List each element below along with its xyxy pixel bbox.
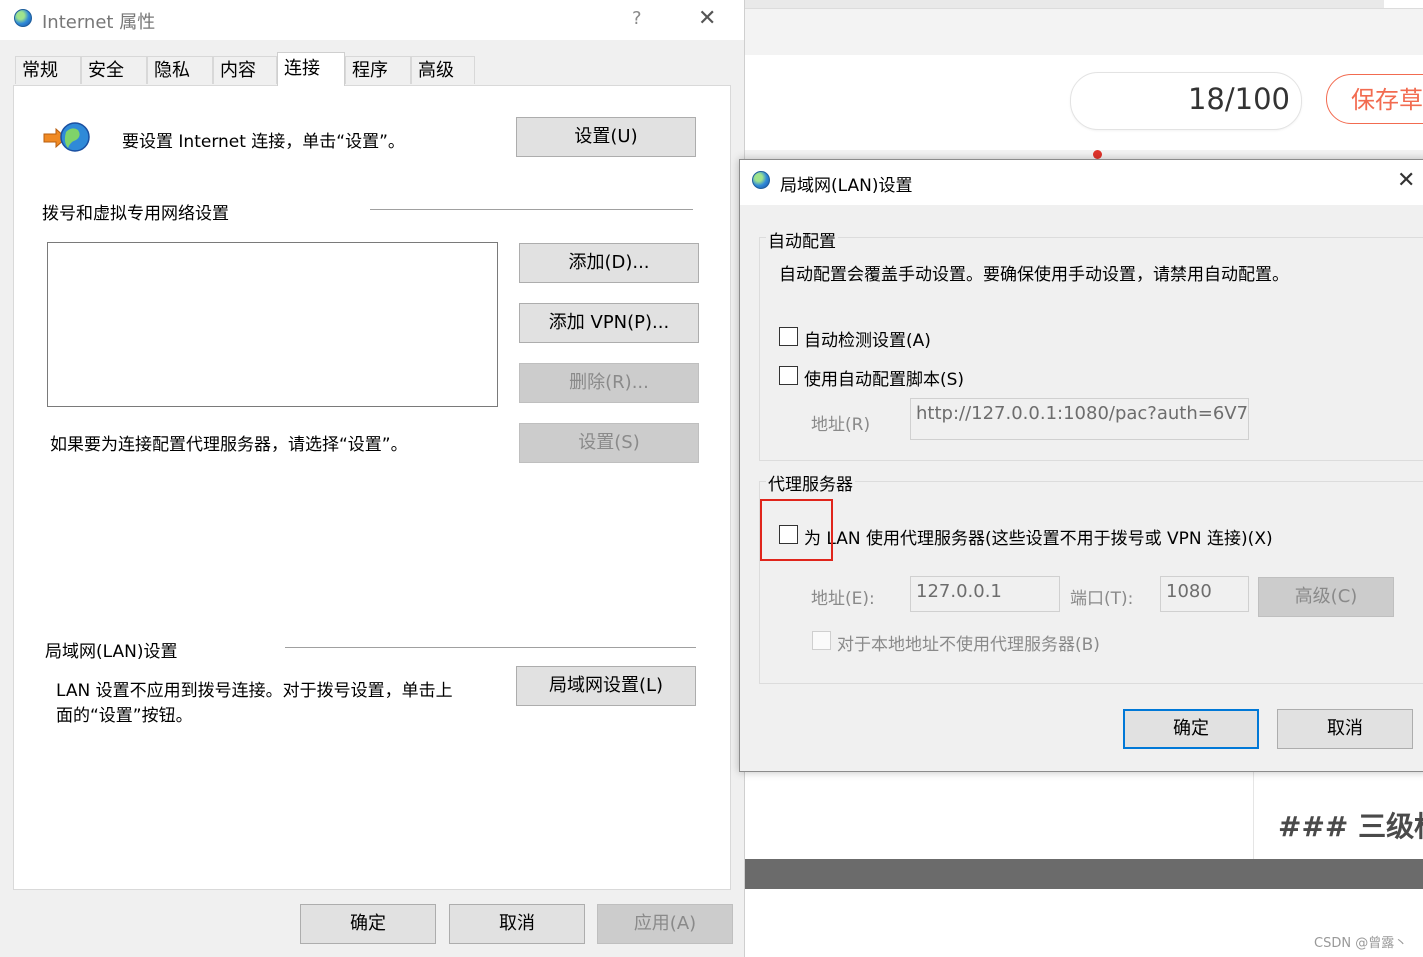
dialup-section-title: 拨号和虚拟专用网络设置	[42, 204, 229, 224]
lan-description-line2: 面的“设置”按钮。	[56, 706, 193, 726]
tab-programs[interactable]: 程序	[345, 56, 411, 84]
auto-detect-label[interactable]: 自动检测设置(A)	[804, 326, 931, 351]
editor-divider	[1253, 771, 1254, 859]
proxy-address-label: 地址(E):	[811, 589, 875, 609]
heading-preview: ### 三级标	[1278, 810, 1423, 843]
auto-config-description: 自动配置会覆盖手动设置。要确保使用手动设置，请禁用自动配置。	[779, 265, 1289, 285]
script-address-label: 地址(R)	[811, 415, 871, 435]
script-address-input: http://127.0.0.1:1080/pac?auth=6V7g	[910, 398, 1249, 440]
use-script-label[interactable]: 使用自动配置脚本(S)	[804, 365, 964, 390]
lan-section-title: 局域网(LAN)设置	[45, 642, 178, 662]
tab-advanced[interactable]: 高级	[411, 56, 475, 84]
proxy-server-legend: 代理服务器	[766, 470, 855, 495]
dialog-title: Internet 属性	[42, 12, 156, 33]
use-script-checkbox[interactable]	[779, 366, 798, 385]
apply-button: 应用(A)	[597, 904, 733, 944]
lan-cancel-button[interactable]: 取消	[1277, 709, 1413, 749]
save-draft-button[interactable]: 保存草	[1326, 74, 1423, 124]
tab-content[interactable]: 内容	[213, 56, 277, 84]
proxy-port-input: 1080	[1160, 576, 1249, 612]
connection-settings-button: 设置(S)	[519, 423, 699, 463]
ok-button[interactable]: 确定	[300, 904, 436, 944]
tab-connections[interactable]: 连接	[277, 52, 345, 86]
tab-privacy[interactable]: 隐私	[147, 56, 213, 84]
tab-general[interactable]: 常规	[15, 56, 81, 84]
proxy-address-input: 127.0.0.1	[910, 576, 1060, 612]
browser-tab-strip	[744, 0, 1423, 9]
proxy-hint-text: 如果要为连接配置代理服务器，请选择“设置”。	[50, 435, 408, 455]
bypass-local-checkbox	[812, 631, 831, 650]
close-icon[interactable]: ✕	[698, 6, 716, 31]
lan-dialog-title: 局域网(LAN)设置	[780, 176, 913, 196]
lan-settings-button[interactable]: 局域网设置(L)	[516, 666, 696, 706]
help-button[interactable]: ?	[632, 8, 642, 29]
internet-globe-icon	[14, 9, 32, 27]
section-divider	[285, 647, 696, 648]
lan-ok-button[interactable]: 确定	[1123, 709, 1259, 749]
advanced-button: 高级(C)	[1258, 577, 1394, 617]
section-divider	[370, 209, 693, 210]
add-vpn-button[interactable]: 添加 VPN(P)...	[519, 303, 699, 343]
use-proxy-label[interactable]: 为 LAN 使用代理服务器(这些设置不用于拨号或 VPN 连接)(X)	[804, 524, 1273, 549]
setup-button[interactable]: 设置(U)	[516, 117, 696, 157]
connection-wizard-icon	[43, 122, 90, 152]
connections-list[interactable]	[47, 242, 498, 407]
word-counter: 18/100	[1187, 82, 1290, 116]
remove-button: 删除(R)...	[519, 363, 699, 403]
close-icon[interactable]: ✕	[1397, 168, 1415, 193]
tab-security[interactable]: 安全	[81, 56, 147, 84]
annotation-highlight-box	[760, 499, 833, 561]
notification-dot	[1093, 150, 1102, 159]
watermark: CSDN @曾露丶	[1314, 936, 1408, 951]
auto-detect-checkbox[interactable]	[779, 327, 798, 346]
editor-status-bar	[744, 859, 1423, 889]
lan-description-line1: LAN 设置不应用到拨号连接。对于拨号设置，单击上	[56, 681, 453, 701]
internet-globe-icon	[752, 171, 770, 189]
bypass-local-label: 对于本地地址不使用代理服务器(B)	[837, 635, 1100, 655]
cancel-button[interactable]: 取消	[449, 904, 585, 944]
add-button[interactable]: 添加(D)...	[519, 243, 699, 283]
setup-instruction: 要设置 Internet 连接，单击“设置”。	[122, 132, 405, 152]
proxy-port-label: 端口(T):	[1070, 589, 1134, 609]
auto-config-legend: 自动配置	[766, 227, 838, 252]
